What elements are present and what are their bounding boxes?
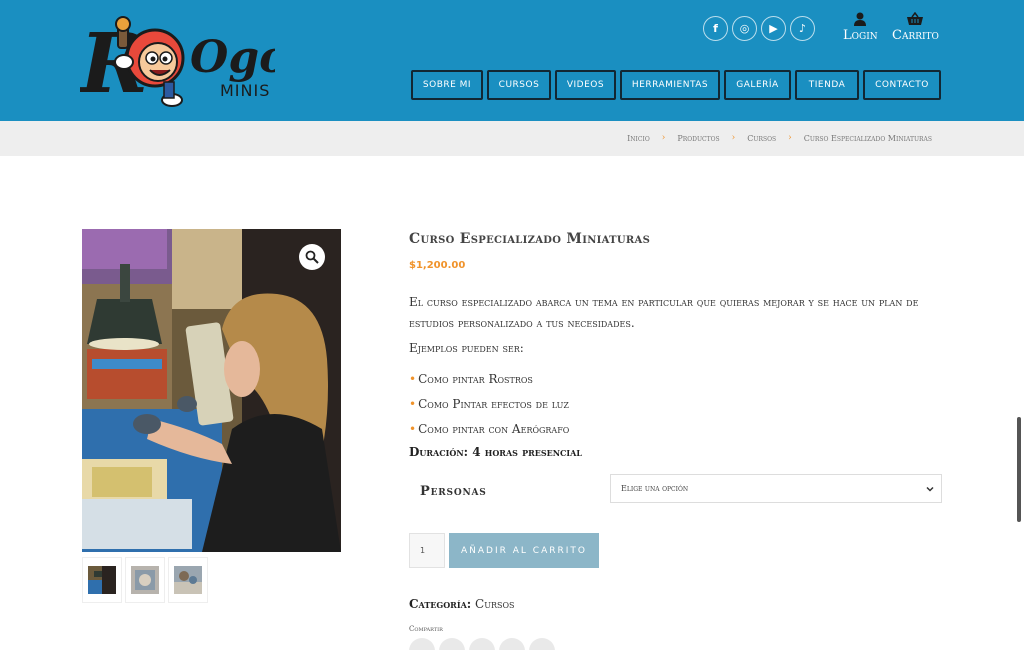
nav-item-videos[interactable]: VIDEOS <box>555 70 616 100</box>
breadcrumb-productos[interactable]: Productos <box>677 134 719 143</box>
example-text: Como pintar con Aerógrafo <box>418 421 570 436</box>
scrollbar-thumb[interactable] <box>1017 417 1021 522</box>
tiktok-icon[interactable]: ♪ <box>790 16 815 41</box>
breadcrumb-bar: Inicio › Productos › Cursos › Curso Espe… <box>0 121 1024 156</box>
breadcrumb-current: Curso Especializado Miniaturas <box>803 133 932 143</box>
share-label: Compartir <box>409 625 443 633</box>
list-item: • Como pintar con Aerógrafo <box>409 416 569 441</box>
category-link[interactable]: Cursos <box>475 597 514 611</box>
thumbnail-3[interactable] <box>168 557 208 603</box>
basket-icon <box>907 12 924 25</box>
course-duration: Duración: 4 horas presencial <box>409 445 582 459</box>
magnifier-icon <box>305 250 319 264</box>
nav-item-cursos[interactable]: CURSOS <box>487 70 551 100</box>
instagram-icon[interactable]: ◎ <box>732 16 757 41</box>
product-description: El curso especializado abarca un tema en… <box>409 295 919 330</box>
list-item: • Como Pintar efectos de luz <box>409 391 569 416</box>
bullet-icon: • <box>409 371 417 386</box>
breadcrumb-separator: › <box>788 133 792 143</box>
social-links: f ◎ ▶ ♪ <box>703 16 815 41</box>
example-text: Como Pintar efectos de luz <box>418 396 569 411</box>
thumbnail-2[interactable] <box>125 557 165 603</box>
nav-item-herramientas[interactable]: HERRAMIENTAS <box>620 70 720 100</box>
product-main-image[interactable] <box>82 229 341 552</box>
share-email-button[interactable] <box>469 638 495 650</box>
variation-select[interactable]: Elige una opción <box>610 474 942 503</box>
logo-text: Ogo <box>190 32 275 83</box>
category-label: Categoría: <box>409 597 472 611</box>
bullet-icon: • <box>409 396 417 411</box>
select-value: Elige una opción <box>621 484 689 493</box>
login-link[interactable]: Login <box>843 12 878 43</box>
share-buttons <box>409 638 555 650</box>
nav-item-contacto[interactable]: CONTACTO <box>863 70 941 100</box>
cart-link[interactable]: Carrito <box>892 12 939 43</box>
nav-item-sobre-mi[interactable]: SOBRE MI <box>411 70 483 100</box>
product-thumbnails <box>82 557 208 603</box>
list-item: • Como pintar Rostros <box>409 366 569 391</box>
product-price: $1,200.00 <box>409 260 466 271</box>
share-linkedin-button[interactable] <box>529 638 555 650</box>
user-icon <box>854 12 867 26</box>
bullet-icon: • <box>409 421 417 436</box>
logo-subtext: MINIS <box>220 81 270 100</box>
breadcrumb-inicio[interactable]: Inicio <box>627 134 650 143</box>
youtube-icon[interactable]: ▶ <box>761 16 786 41</box>
product-category: Categoría: Cursos <box>409 597 515 611</box>
examples-list: • Como pintar Rostros • Como Pintar efecto… <box>409 366 569 441</box>
nav-item-galeria[interactable]: GALERÍA <box>724 70 791 100</box>
share-twitter-button[interactable] <box>439 638 465 650</box>
thumbnail-1[interactable] <box>82 557 122 603</box>
facebook-icon[interactable]: f <box>703 16 728 41</box>
add-to-cart-button[interactable]: AÑADIR AL CARRITO <box>449 533 599 568</box>
breadcrumb-cursos[interactable]: Cursos <box>747 134 776 143</box>
product-title: Curso Especializado Miniaturas <box>409 231 651 247</box>
chevron-down-icon <box>926 486 934 492</box>
breadcrumb: Inicio › Productos › Cursos › Curso Espe… <box>627 133 932 143</box>
quantity-input[interactable]: 1 <box>409 533 445 568</box>
cart-label: Carrito <box>892 28 939 43</box>
variation-label: Personas <box>420 484 487 499</box>
examples-intro: Ejemplos pueden ser: <box>409 341 524 355</box>
share-pinterest-button[interactable] <box>499 638 525 650</box>
site-header: R Ogo MINIS f ◎ ▶ ♪ Login <box>0 0 1024 121</box>
zoom-button[interactable] <box>299 244 325 270</box>
share-facebook-button[interactable] <box>409 638 435 650</box>
example-text: Como pintar Rostros <box>418 371 533 386</box>
main-nav: SOBRE MI CURSOS VIDEOS HERRAMIENTAS GALE… <box>411 70 941 100</box>
nav-item-tienda[interactable]: TIENDA <box>795 70 859 100</box>
breadcrumb-separator: › <box>661 133 666 143</box>
site-logo[interactable]: R Ogo MINIS <box>78 10 288 112</box>
breadcrumb-separator: › <box>731 133 736 143</box>
login-label: Login <box>843 28 878 43</box>
